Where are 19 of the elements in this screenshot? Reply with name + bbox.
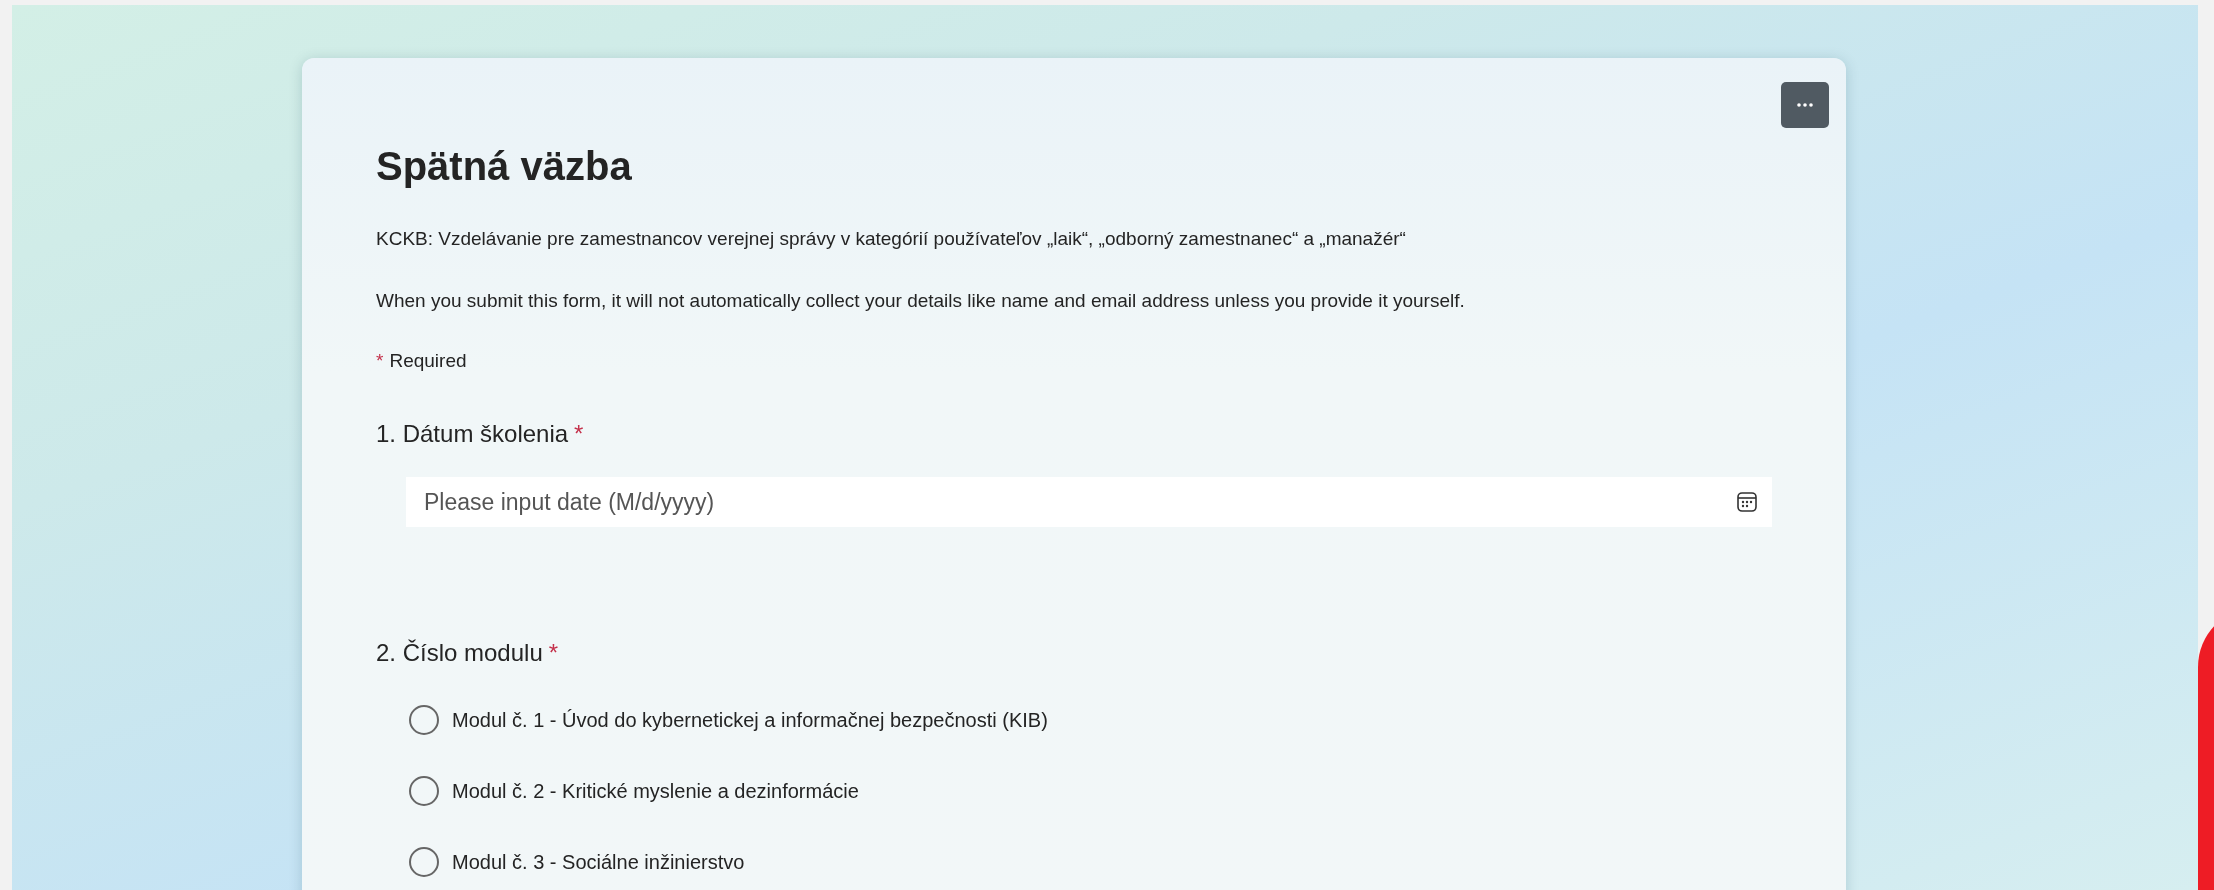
calendar-icon[interactable] xyxy=(1736,491,1758,513)
required-asterisk: * xyxy=(548,638,559,668)
option-label[interactable]: Modul č. 1 - Úvod do kybernetickej a informačnej bezpečnosti (KIB) xyxy=(452,708,1048,732)
radio-button[interactable] xyxy=(409,705,439,735)
form-title: Spätná väzba xyxy=(376,143,633,190)
more-icon xyxy=(1797,103,1813,107)
required-asterisk: * xyxy=(574,419,584,449)
option-label[interactable]: Modul č. 2 - Kritické myslenie a dezinformácie xyxy=(452,779,859,803)
option-label[interactable]: Modul č. 3 - Sociálne inžinierstvo xyxy=(452,850,745,874)
radio-button[interactable] xyxy=(409,776,439,806)
required-label: Required xyxy=(389,349,467,373)
question-title: 1. Dátum školenia xyxy=(376,419,569,449)
required-asterisk: * xyxy=(376,349,384,373)
more-options-button[interactable] xyxy=(1781,82,1829,128)
privacy-note: When you submit this form, it will not automatically collect your details like name and email address unless you provide it yourself. xyxy=(376,289,1466,313)
form-description: KCKB: Vzdelávanie pre zamestnancov verejnej správy v kategórií používateľov „laik“, „odborný zamestnanec“ a „manažér“ xyxy=(376,227,1407,251)
radio-button[interactable] xyxy=(409,847,439,877)
date-field[interactable]: Please input date (M/d/yyyy) xyxy=(406,477,1772,527)
question-title: 2. Číslo modulu xyxy=(376,638,543,668)
